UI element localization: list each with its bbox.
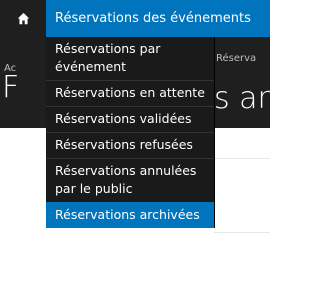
content-divider (214, 232, 270, 233)
content-divider (214, 158, 270, 159)
menu-item-reservations-en-attente[interactable]: Réservations en attente (46, 80, 214, 106)
breadcrumb-current[interactable]: Réserva (216, 53, 256, 64)
menu-item-reservations-archivees[interactable]: Réservations archivées (46, 202, 214, 228)
admin-toolbar: Réservations des événements (0, 0, 270, 37)
page-title-end: s ar (214, 81, 270, 116)
page-title-start: F (2, 70, 20, 105)
menu-item-reservations-annulees[interactable]: Réservations annulées par le public (46, 158, 214, 202)
menu-item-reservations-validees[interactable]: Réservations validées (46, 106, 214, 132)
reservations-dropdown-menu: Réservations par événement Réservations … (46, 37, 215, 228)
home-button[interactable] (0, 0, 46, 37)
menu-item-reservations-par-evenement[interactable]: Réservations par événement (46, 37, 214, 80)
home-icon (17, 12, 29, 25)
menu-item-reservations-refusees[interactable]: Réservations refusées (46, 132, 214, 158)
menu-title[interactable]: Réservations des événements (55, 11, 251, 26)
